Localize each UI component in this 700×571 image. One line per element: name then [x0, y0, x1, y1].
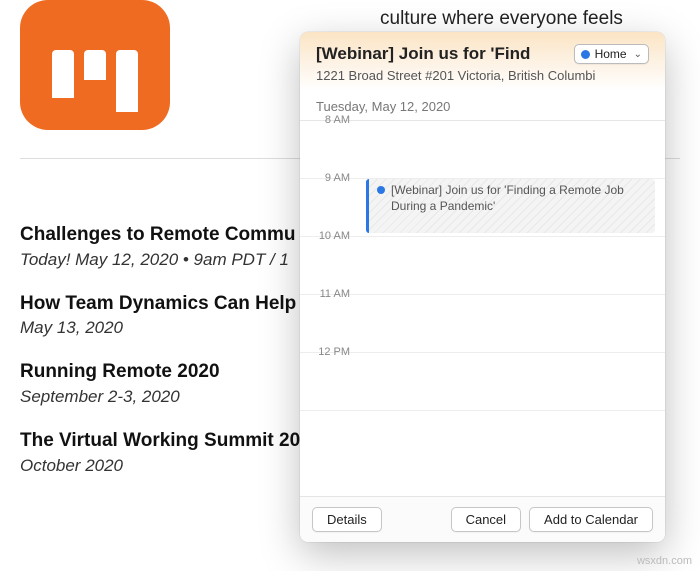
event-color-dot	[377, 186, 385, 194]
chevron-down-icon: ⌄	[634, 49, 642, 60]
calendar-event-popover: [Webinar] Join us for 'Find Home ⌄ 1221 …	[300, 32, 665, 542]
hour-label: 8 AM	[300, 114, 356, 126]
watermark: wsxdn.com	[637, 555, 692, 567]
logo-bars	[52, 50, 138, 130]
popover-address: 1221 Broad Street #201 Victoria, British…	[316, 68, 649, 83]
hour-label: 10 AM	[300, 230, 356, 242]
calendar-select[interactable]: Home ⌄	[574, 44, 649, 64]
cancel-button[interactable]: Cancel	[451, 507, 521, 532]
add-to-calendar-button[interactable]: Add to Calendar	[529, 507, 653, 532]
hour-label: 11 AM	[300, 288, 356, 300]
popover-footer: Details Cancel Add to Calendar	[300, 496, 665, 542]
body-text-snippet: culture where everyone feels	[380, 6, 623, 33]
timeline-event-label: [Webinar] Join us for 'Finding a Remote …	[391, 183, 647, 229]
brand-logo	[20, 0, 170, 130]
hour-label: 12 PM	[300, 346, 356, 358]
day-timeline[interactable]: 8 AM 9 AM 10 AM 11 AM 12 PM [Webinar] Jo…	[300, 120, 665, 496]
calendar-select-label: Home	[595, 47, 627, 61]
popover-header: [Webinar] Join us for 'Find Home ⌄ 1221 …	[300, 32, 665, 91]
hour-label: 9 AM	[300, 172, 356, 184]
timeline-event[interactable]: [Webinar] Join us for 'Finding a Remote …	[366, 179, 655, 233]
calendar-color-dot	[581, 50, 590, 59]
popover-title: [Webinar] Join us for 'Find	[316, 44, 566, 64]
details-button[interactable]: Details	[312, 507, 382, 532]
